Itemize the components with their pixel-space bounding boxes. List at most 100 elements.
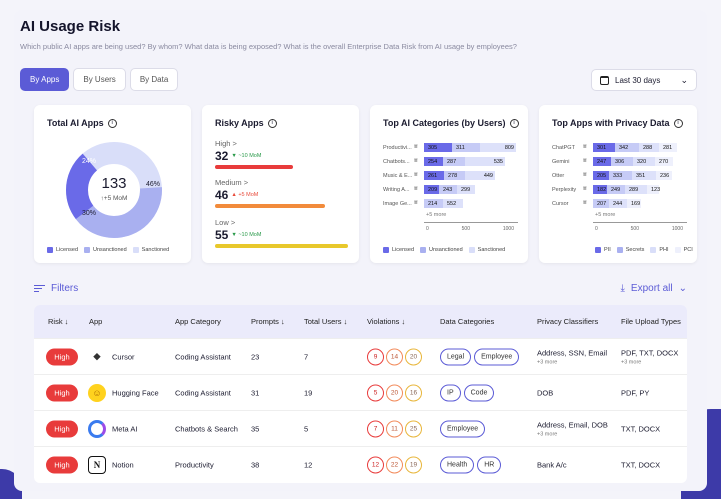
info-icon[interactable]: i	[673, 118, 683, 128]
risk-badge: High	[46, 348, 78, 365]
violation-low: 20	[405, 348, 422, 365]
top-categories-card: Top AI Categories (by Users) i Productivi…	[370, 105, 528, 263]
filter-icon[interactable]: ⩸	[583, 144, 593, 151]
risk-level-medium[interactable]: Medium >	[215, 178, 248, 187]
categories-bar-chart: Productivi... ⩸ 305 311 809 Chatbots... ⩸ 254 2…	[383, 143, 518, 223]
tab-by-users[interactable]: By Users	[73, 68, 126, 91]
legend-swatch	[650, 247, 657, 253]
bar-segment: 333	[609, 171, 632, 180]
category-tag: HR	[477, 456, 502, 473]
legend-label: Secrets	[625, 247, 645, 253]
chevron-right-icon: >	[232, 139, 237, 148]
card-title: Total AI Apps	[47, 118, 104, 128]
app-name[interactable]: Cursor	[112, 352, 135, 361]
prompts-count: 38	[251, 460, 260, 469]
column-header-app: App	[89, 317, 103, 326]
column-header-prompts[interactable]: Prompts ↓	[251, 317, 285, 326]
notion-logo-icon: N	[88, 455, 106, 474]
trend-down-icon: ▼	[231, 153, 237, 159]
legend-label: PCI	[683, 247, 693, 253]
filter-icon[interactable]: ⩸	[414, 200, 424, 207]
download-icon: ⤓	[620, 283, 625, 294]
category-tag: Employee	[474, 348, 520, 365]
more-link[interactable]: +3 more	[621, 359, 678, 365]
bar-label: Perplexity	[552, 186, 577, 193]
calendar-icon	[600, 75, 609, 85]
bar-label: Image Ge...	[383, 200, 412, 207]
filter-icon[interactable]: ⩸	[583, 172, 593, 179]
risk-low-value: 55	[215, 228, 229, 242]
donut-label-licensed: 24%	[82, 158, 97, 165]
filter-icon[interactable]: ⩸	[414, 158, 424, 165]
column-header-users[interactable]: Total Users ↓	[304, 317, 347, 326]
info-icon[interactable]: i	[509, 118, 519, 128]
cursor-logo-icon: ◆	[88, 347, 106, 366]
bar-segment: 261	[424, 171, 444, 180]
card-title: Risky Apps	[215, 118, 264, 128]
filter-icon[interactable]: ⩸	[583, 200, 593, 207]
legend-label: Unsanctioned	[429, 247, 463, 253]
table-row[interactable]: High Meta AI Chatbots & Search 35 5 7 11 2…	[34, 410, 687, 446]
prompts-count: 35	[251, 424, 260, 433]
tab-by-apps[interactable]: By Apps	[20, 68, 70, 91]
data-categories: IP Code	[440, 384, 495, 401]
privacy-bar-chart: ChatPGT ⩸ 301 342 288 281 Gemini ⩸ 247 306 320 270…	[552, 143, 687, 223]
filter-icon[interactable]: ⩸	[414, 172, 424, 179]
column-header-violations[interactable]: Violations ↓	[367, 317, 405, 326]
violations: 12 22 19	[367, 456, 422, 473]
risk-level-label: Low	[215, 218, 229, 227]
legend-label: Licensed	[56, 247, 79, 253]
risk-low-bar	[215, 244, 348, 248]
app-name[interactable]: Notion	[112, 460, 134, 469]
file-types-value: TXT, DOCX	[621, 460, 661, 469]
bar-segment: 552	[443, 199, 463, 208]
risk-level-label: Medium	[215, 178, 242, 187]
more-link[interactable]: +3 more	[537, 431, 608, 437]
app-category: Coding Assistant	[175, 352, 231, 361]
bar-segment: 301	[593, 143, 615, 152]
violation-high: 12	[367, 456, 384, 473]
info-icon[interactable]: i	[267, 118, 277, 128]
table-row[interactable]: High ☺ Hugging Face Coding Assistant 31 …	[34, 374, 687, 410]
chevron-right-icon: >	[243, 178, 249, 187]
bar-label: Cursor	[552, 200, 569, 207]
legend-swatch	[616, 247, 623, 253]
app-name[interactable]: Meta AI	[112, 424, 137, 433]
legend-label: PII	[604, 247, 611, 253]
info-icon[interactable]: i	[107, 118, 117, 128]
category-tag: Legal	[440, 348, 472, 365]
more-link[interactable]: +3 more	[537, 359, 607, 365]
legend-swatch	[468, 247, 475, 253]
tick-label: 1000	[502, 226, 514, 232]
chevron-right-icon: >	[230, 218, 236, 227]
x-axis: 0 500 1000	[595, 226, 683, 232]
privacy-value: Bank A/c	[537, 460, 567, 469]
risk-level-high[interactable]: High >	[215, 139, 237, 148]
filter-icon[interactable]: ⩸	[414, 144, 424, 151]
table-row[interactable]: High N Notion Productivity 38 12 12 22 19 …	[34, 446, 687, 482]
table-row[interactable]: High ◆ Cursor Coding Assistant 23 7 9 14 2…	[34, 338, 687, 374]
more-link[interactable]: +5 more	[426, 212, 446, 218]
filter-icon[interactable]: ⩸	[414, 186, 424, 193]
date-range-select[interactable]: Last 30 days ⌄	[591, 69, 697, 91]
export-all-button[interactable]: ⤓ Export all ⌄	[621, 283, 688, 294]
risk-level-low[interactable]: Low >	[215, 218, 235, 227]
filters-button[interactable]: Filters	[34, 283, 78, 294]
violation-medium: 20	[386, 384, 403, 401]
bar-segment: 209	[424, 185, 439, 194]
bar-segment: 214	[424, 199, 443, 208]
column-header-risk[interactable]: Risk ↓	[48, 317, 68, 326]
tab-by-data[interactable]: By Data	[129, 68, 179, 91]
app-name[interactable]: Hugging Face	[112, 388, 159, 397]
more-link[interactable]: +5 more	[595, 212, 615, 218]
export-label: Export all	[630, 283, 673, 294]
axis-line	[593, 222, 687, 223]
filter-icon[interactable]: ⩸	[583, 186, 593, 193]
file-types-value: PDF, TXT, DOCX	[621, 348, 679, 357]
bar-segment: 535	[465, 157, 505, 166]
risky-apps-card: Risky Apps i High > 32 ▼ ~10 MoM Medium > …	[202, 105, 359, 263]
filter-icon[interactable]: ⩸	[583, 158, 593, 165]
bar-segment: 249	[607, 185, 625, 194]
data-categories: Health HR	[440, 456, 502, 473]
app-category: Coding Assistant	[175, 388, 231, 397]
